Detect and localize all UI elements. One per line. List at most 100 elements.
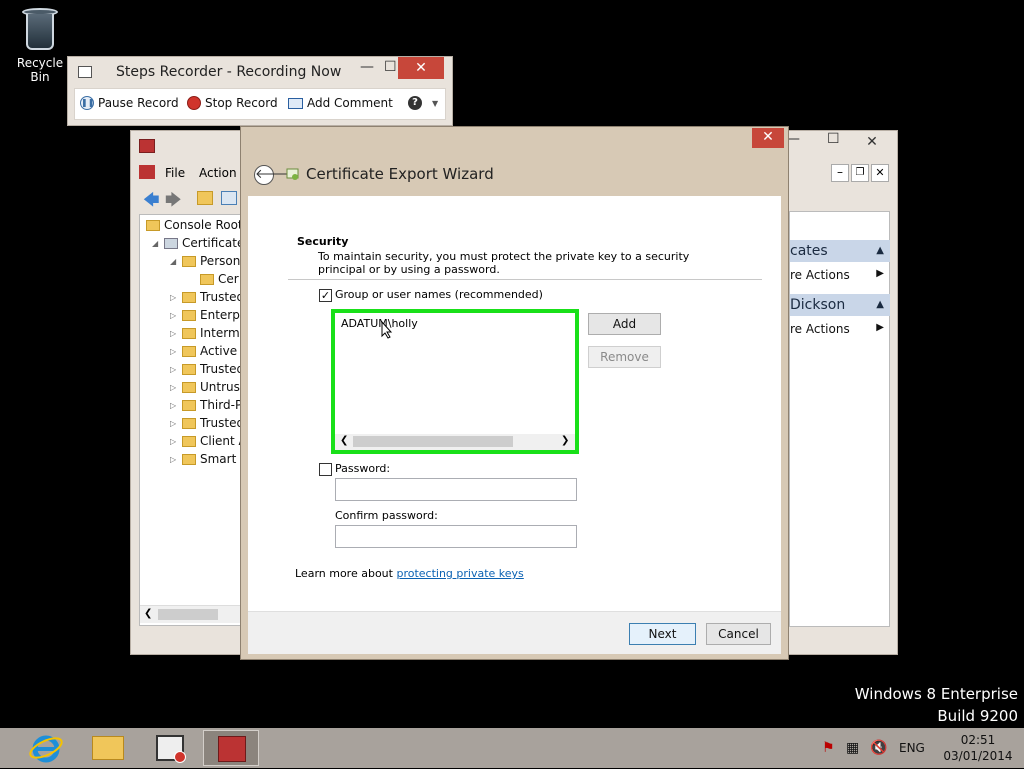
password-field[interactable] — [335, 478, 577, 501]
mmc-close-button[interactable]: ✕ — [849, 131, 895, 153]
network-icon[interactable]: ▦ — [846, 740, 859, 756]
tree-item-trusted-root[interactable]: ▷ Trusted — [170, 290, 242, 304]
action-center-flag-icon[interactable]: ⚑ — [822, 740, 835, 756]
scroll-left-icon[interactable]: ❮ — [340, 435, 348, 446]
tree-item-untrusted[interactable]: ▷ Untrust — [170, 380, 242, 394]
tree-item-certificates[interactable]: ◢Certificates — [152, 236, 242, 250]
forward-arrow-icon[interactable]: 🡆 — [165, 189, 182, 216]
taskbar-steps-recorder[interactable] — [142, 730, 198, 766]
mdi-minimize-button[interactable]: – — [831, 164, 849, 182]
windows-edition-watermark: Windows 8 Enterprise Build 9200 — [854, 685, 1018, 725]
tree-item-third-party[interactable]: ▷ Third-P — [170, 398, 242, 412]
tree-item-enterprise[interactable]: ▷ Enterpr — [170, 308, 242, 322]
scroll-right-icon[interactable]: ❯ — [561, 435, 569, 446]
actions-more-actions-2[interactable]: re Actions ▶ — [790, 322, 890, 336]
scrollbar-thumb[interactable] — [158, 609, 218, 620]
certificate-icon — [286, 168, 299, 180]
cancel-button[interactable]: Cancel — [706, 623, 771, 645]
tree-item-client-auth[interactable]: ▷ Client A — [170, 434, 242, 448]
mmc-menubar: File Action — [139, 164, 249, 184]
expanded-triangle-icon: ◢ — [170, 256, 177, 266]
folder-icon — [182, 309, 196, 321]
recycle-bin-icon — [22, 6, 58, 52]
menu-file[interactable]: File — [165, 166, 185, 180]
maximize-button[interactable]: ☐ — [384, 59, 397, 75]
protecting-private-keys-link[interactable]: protecting private keys — [396, 567, 523, 580]
taskbar-mmc[interactable] — [203, 730, 259, 766]
tree-horizontal-scrollbar[interactable]: ❮ — [140, 605, 242, 623]
collapsed-triangle-icon: ▷ — [170, 292, 177, 302]
mdi-close-button[interactable]: ✕ — [871, 164, 889, 182]
collapsed-triangle-icon: ▷ — [170, 310, 177, 320]
show-hide-tree-icon[interactable] — [221, 191, 237, 205]
collapsed-triangle-icon: ▷ — [170, 364, 177, 374]
mouse-cursor-icon — [381, 321, 393, 339]
folder-icon — [182, 345, 196, 357]
steps-recorder-toolbar: ❚❚ Pause Record Stop Record Add Comment … — [74, 88, 446, 120]
add-button[interactable]: Add — [588, 313, 661, 335]
maximize-button[interactable]: ☐ — [827, 131, 840, 147]
system-clock[interactable]: 02:51 03/01/2014 — [938, 732, 1018, 764]
volume-muted-icon[interactable]: 🔇 — [870, 740, 887, 756]
next-button[interactable]: Next — [629, 623, 696, 645]
folder-icon — [182, 291, 196, 303]
wizard-title: Certificate Export Wizard — [306, 165, 494, 183]
folder-icon — [182, 255, 196, 267]
up-folder-icon[interactable] — [197, 191, 213, 205]
minimize-button[interactable]: — — [360, 59, 374, 75]
back-button[interactable]: 🡐 — [254, 165, 290, 185]
tree-item-active-directory[interactable]: ▷ Active I — [170, 344, 242, 358]
tree-item-trusted-publishers[interactable]: ▷ Trusted — [170, 362, 242, 376]
wizard-close-button[interactable]: ✕ — [752, 128, 784, 148]
mdi-restore-button[interactable]: ❐ — [851, 164, 869, 182]
collapse-triangle-icon: ▲ — [876, 299, 884, 310]
scrollbar-thumb[interactable] — [353, 436, 513, 447]
steps-recorder-icon — [156, 735, 186, 763]
collapse-triangle-icon: ▲ — [876, 245, 884, 256]
actions-section-certificates[interactable]: cates ▲ — [790, 240, 890, 262]
tree-item-trusted-people[interactable]: ▷ Trusted — [170, 416, 242, 430]
principals-list[interactable]: ADATUM\holly ❮ ❯ — [331, 309, 579, 454]
collapsed-triangle-icon: ▷ — [170, 328, 177, 338]
mdi-controls: – ❐ ✕ — [831, 164, 891, 182]
help-menu-button[interactable]: ? ▼ — [408, 96, 438, 110]
confirm-password-label: Confirm password: — [335, 509, 438, 522]
taskbar-file-explorer[interactable] — [80, 730, 136, 766]
folder-icon — [200, 273, 214, 285]
back-arrow-icon[interactable]: 🡄 — [143, 189, 160, 216]
tree-item-smart-card[interactable]: ▷Smart C — [170, 452, 242, 466]
mmc-doc-icon — [139, 165, 155, 179]
add-comment-button[interactable]: Add Comment — [288, 96, 393, 110]
tree-item-console-root[interactable]: Console Root — [146, 218, 242, 232]
separator — [288, 279, 762, 280]
folder-icon — [182, 381, 196, 393]
remove-button[interactable]: Remove — [588, 346, 661, 368]
section-description: To maintain security, you must protect t… — [318, 250, 690, 276]
actions-more-actions-1[interactable]: re Actions ▶ — [790, 268, 890, 282]
password-checkbox[interactable] — [319, 463, 332, 476]
list-horizontal-scrollbar[interactable]: ❮ ❯ — [335, 434, 575, 450]
recycle-bin-shortcut[interactable]: Recycle Bin — [6, 6, 74, 84]
principal-item[interactable]: ADATUM\holly — [341, 317, 418, 330]
tree-item-certificates-sub[interactable]: Cer — [200, 272, 239, 286]
collapsed-triangle-icon: ▷ — [170, 454, 177, 464]
internet-explorer-icon — [29, 735, 63, 763]
scroll-left-icon[interactable]: ❮ — [144, 608, 152, 619]
stop-record-button[interactable]: Stop Record — [187, 96, 278, 110]
confirm-password-field[interactable] — [335, 525, 577, 548]
tree-item-personal[interactable]: ◢ Persona — [170, 254, 242, 268]
pause-record-button[interactable]: ❚❚ Pause Record — [80, 96, 179, 110]
wizard-content: Security To maintain security, you must … — [248, 196, 781, 611]
collapsed-triangle-icon: ▷ — [170, 400, 177, 410]
help-icon: ? — [408, 96, 422, 110]
steps-recorder-close-button[interactable]: ✕ — [398, 57, 444, 79]
recycle-bin-label: Recycle Bin — [16, 56, 64, 84]
password-label: Password: — [335, 462, 391, 475]
actions-section-dickson[interactable]: Dickson ▲ — [790, 294, 890, 316]
group-names-checkbox[interactable]: ✓ — [319, 289, 332, 302]
menu-action[interactable]: Action — [199, 166, 237, 180]
tree-item-intermediate[interactable]: ▷ Interme — [170, 326, 242, 340]
taskbar-internet-explorer[interactable] — [18, 730, 74, 766]
language-indicator[interactable]: ENG — [899, 741, 925, 755]
mmc-app-icon — [139, 139, 155, 153]
